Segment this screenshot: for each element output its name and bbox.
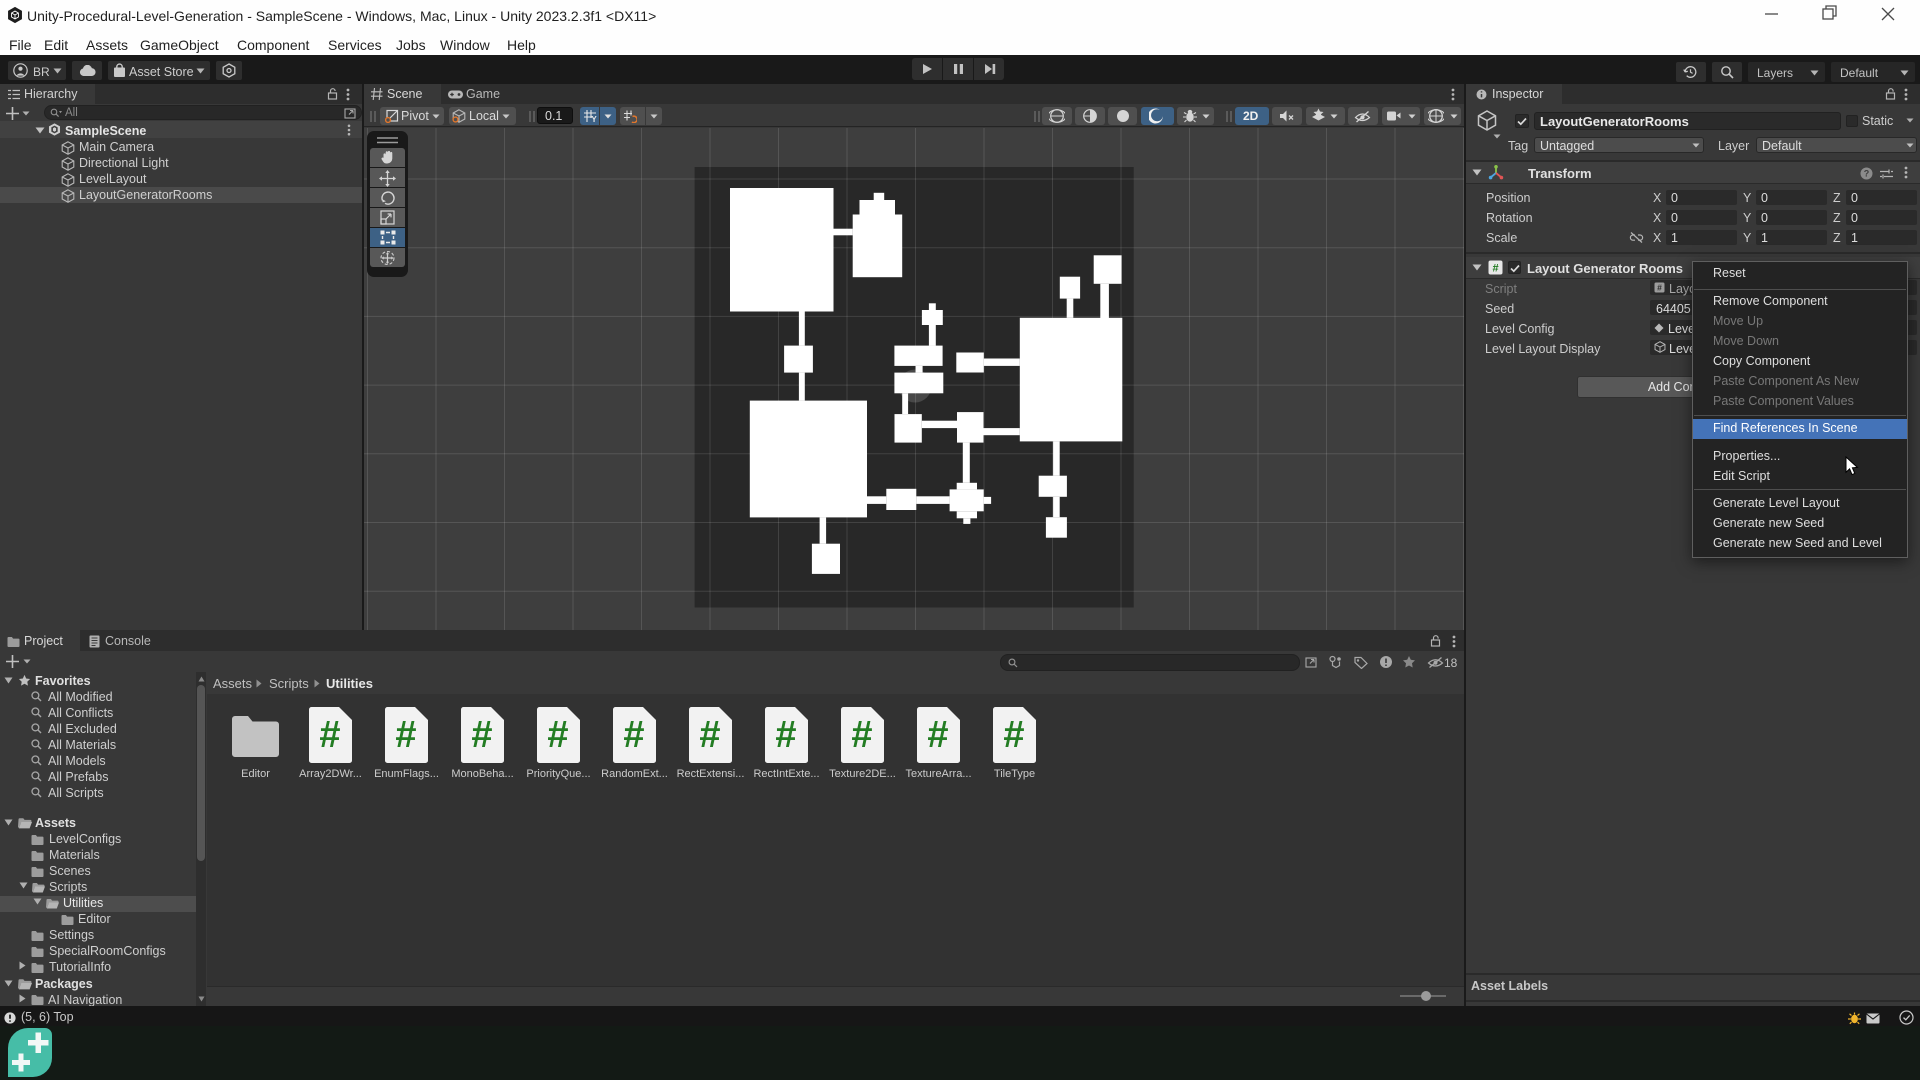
svg-text:#: #	[1492, 263, 1498, 275]
svg-text:?: ?	[1864, 169, 1870, 179]
svg-text:#: #	[1657, 283, 1662, 293]
svg-text:Y: Y	[591, 115, 597, 123]
